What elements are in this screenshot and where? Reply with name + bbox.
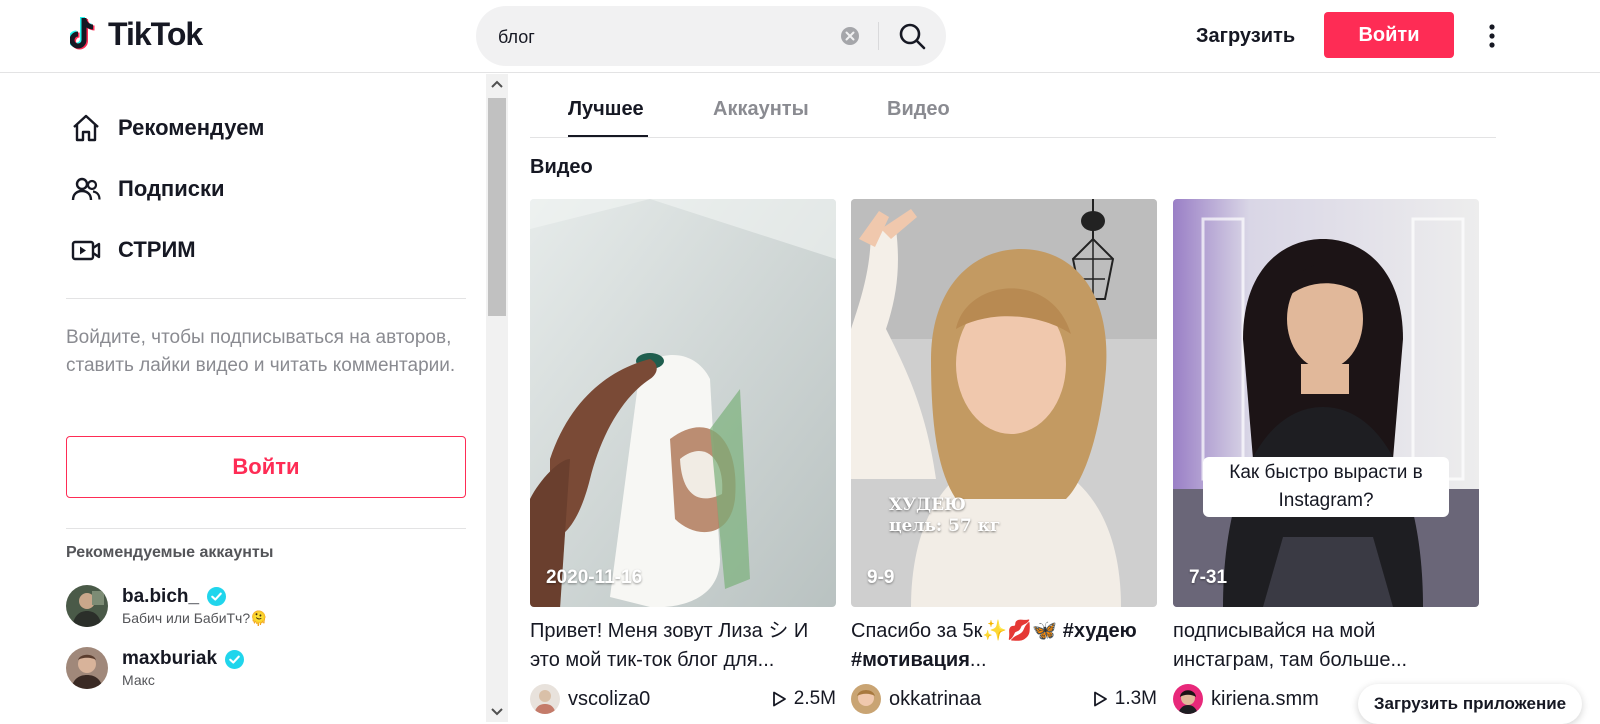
video-card: Как быстро вырасти в Instagram? 7-31 под… xyxy=(1173,199,1479,715)
logo-wordmark: TikTok xyxy=(108,15,203,52)
video-username[interactable]: vscoliza0 xyxy=(568,688,650,711)
sidebar-item-live[interactable]: СТРИМ xyxy=(70,230,196,270)
video-date: 9-9 xyxy=(867,567,895,588)
tab-videos[interactable]: Видео xyxy=(887,98,950,121)
tiktok-note-icon xyxy=(70,16,95,50)
video-overlay-text: ХУДЕЮ xyxy=(889,495,966,515)
video-date: 7-31 xyxy=(1189,567,1228,588)
video-thumbnail[interactable]: ХУДЕЮ цель: 57 кг 9-9 xyxy=(851,199,1157,607)
play-icon xyxy=(772,691,786,707)
video-username[interactable]: kiriena.smm xyxy=(1211,688,1319,711)
sidebar-item-label: СТРИМ xyxy=(118,237,196,262)
active-tab-indicator xyxy=(568,135,648,137)
avatar xyxy=(66,647,108,689)
sidebar-divider xyxy=(66,528,466,529)
video-thumbnail[interactable]: Как быстро вырасти в Instagram? 7-31 xyxy=(1173,199,1479,607)
search-icon[interactable] xyxy=(898,22,926,50)
sidebar-item-label: Подписки xyxy=(118,176,225,201)
clear-search-icon[interactable] xyxy=(840,26,860,46)
top-bar: TikTok Загрузить Войти xyxy=(0,0,1600,73)
search-divider xyxy=(878,22,879,50)
avatar[interactable] xyxy=(851,684,881,714)
get-app-button[interactable]: Загрузить приложение xyxy=(1358,684,1582,724)
home-icon xyxy=(73,114,99,142)
video-description[interactable]: Спасибо за 5к✨💋🦋 #худею #мотивация... xyxy=(851,617,1157,675)
scroll-down-arrow-icon[interactable] xyxy=(490,706,504,718)
video-card: ХУДЕЮ цель: 57 кг 9-9 Спасибо за 5к✨💋🦋 #… xyxy=(851,199,1157,715)
tab-top[interactable]: Лучшее xyxy=(568,98,644,121)
video-thumbnail[interactable]: 2020-11-16 xyxy=(530,199,836,607)
search-input[interactable] xyxy=(496,6,800,68)
tab-accounts[interactable]: Аккаунты xyxy=(713,98,809,121)
video-overlay-caption: Как быстро вырасти в Instagram? xyxy=(1203,457,1449,517)
account-item[interactable]: ba.bich_ Бабич или БабиТч?🫠 xyxy=(66,584,268,628)
tiktok-logo[interactable]: TikTok xyxy=(70,14,203,54)
upload-button[interactable]: Загрузить xyxy=(1196,16,1295,56)
login-hint-text: Войдите, чтобы подписываться на авторов,… xyxy=(66,327,456,376)
search-bar xyxy=(476,6,946,68)
sidebar-item-label: Рекомендуем xyxy=(118,115,265,140)
video-description[interactable]: подписывайся на мой инстаграм, там больш… xyxy=(1173,617,1479,675)
live-icon xyxy=(71,240,101,261)
video-views: 2.5M xyxy=(793,688,836,709)
sidebar: Рекомендуем Подписки СТРИМ Войдите, чтоб… xyxy=(0,74,486,722)
sidebar-item-following[interactable]: Подписки xyxy=(70,169,225,209)
account-name: ba.bich_ xyxy=(122,585,200,607)
scroll-up-arrow-icon[interactable] xyxy=(490,78,504,90)
verified-badge-icon xyxy=(225,649,245,669)
login-button-header[interactable]: Войти xyxy=(1324,12,1454,58)
video-card: 2020-11-16 Привет! Меня зовут Лиза シ И э… xyxy=(530,199,836,715)
account-subtitle: Бабич или БабиТч?🫠 xyxy=(122,609,268,626)
video-overlay-text: цель: 57 кг xyxy=(889,516,1001,536)
play-icon xyxy=(1093,691,1107,707)
avatar[interactable] xyxy=(1173,684,1203,714)
avatar xyxy=(66,585,108,627)
more-options-icon[interactable] xyxy=(1480,16,1504,56)
section-title: Видео xyxy=(530,156,593,178)
account-item[interactable]: maxburiak Макс xyxy=(66,646,245,690)
login-button-sidebar[interactable]: Войти xyxy=(66,436,466,498)
sidebar-divider xyxy=(66,298,466,299)
account-name: maxburiak xyxy=(122,648,218,669)
video-description[interactable]: Привет! Меня зовут Лиза シ И это мой тик-… xyxy=(530,617,836,675)
video-meta: vscoliza0 2.5M xyxy=(530,683,836,715)
video-date: 2020-11-16 xyxy=(546,567,643,588)
account-subtitle: Макс xyxy=(122,672,155,688)
scrollbar-thumb[interactable] xyxy=(488,98,506,316)
avatar[interactable] xyxy=(530,684,560,714)
video-username[interactable]: okkatrinaa xyxy=(889,688,981,711)
sidebar-item-recommended[interactable]: Рекомендуем xyxy=(70,108,264,148)
sidebar-scrollbar[interactable] xyxy=(486,74,508,722)
recommended-accounts-title: Рекомендуемые аккаунты xyxy=(66,544,274,561)
verified-badge-icon xyxy=(207,587,227,606)
video-views: 1.3M xyxy=(1114,688,1157,709)
users-icon xyxy=(71,177,101,201)
search-tabs: Лучшее Аккаунты Видео xyxy=(530,74,1496,138)
video-meta: okkatrinaa 1.3M xyxy=(851,683,1157,715)
